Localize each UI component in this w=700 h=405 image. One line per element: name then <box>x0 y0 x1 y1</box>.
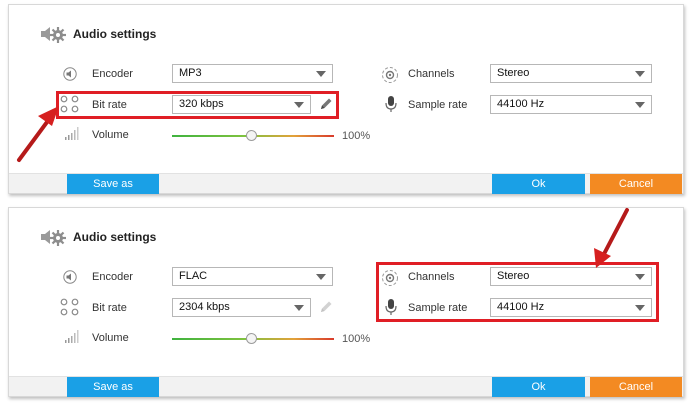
panel-footer: Save as Ok Cancel <box>9 173 683 194</box>
microphone-icon <box>385 96 397 112</box>
chevron-down-icon <box>635 71 645 77</box>
panel-footer: Save as Ok Cancel <box>9 376 683 397</box>
sample-rate-select[interactable]: 44100 Hz <box>490 95 652 114</box>
volume-label: Volume <box>92 129 129 141</box>
volume-percent: 100% <box>342 333 371 345</box>
highlight-box <box>56 91 339 119</box>
bitrate-value: 2304 kbps <box>179 301 230 313</box>
audio-settings-panel-2: Audio settings Encoder FLAC Bit rate 230… <box>8 207 684 397</box>
volume-bars-icon <box>65 330 79 343</box>
cancel-button[interactable]: Cancel <box>590 377 682 397</box>
chevron-down-icon <box>294 305 304 311</box>
panel-title: Audio settings <box>39 224 156 250</box>
volume-bars-icon <box>65 127 79 140</box>
encoder-value: FLAC <box>179 270 208 282</box>
speaker-icon <box>63 270 77 284</box>
channels-select[interactable]: Stereo <box>490 64 652 83</box>
page-title: Audio settings <box>73 27 157 41</box>
chevron-down-icon <box>316 71 326 77</box>
volume-slider-handle[interactable] <box>246 130 257 141</box>
chevron-down-icon <box>316 274 326 280</box>
encoder-select[interactable]: FLAC <box>172 267 333 286</box>
ok-button[interactable]: Ok <box>492 377 585 397</box>
bitrate-label: Bit rate <box>92 302 127 314</box>
sample-rate-value: 44100 Hz <box>497 98 545 110</box>
save-as-button[interactable]: Save as <box>67 377 159 397</box>
encoder-select[interactable]: MP3 <box>172 64 333 83</box>
volume-slider-handle[interactable] <box>246 333 257 344</box>
speaker-gear-icon <box>41 27 66 43</box>
encoder-label: Encoder <box>92 68 133 80</box>
channels-target-icon <box>382 67 398 83</box>
bitrate-dots-icon <box>60 298 79 316</box>
cancel-button[interactable]: Cancel <box>590 174 682 194</box>
channels-label: Channels <box>408 68 455 80</box>
volume-percent: 100% <box>342 130 371 142</box>
pencil-edit-icon-disabled <box>321 301 332 312</box>
page-title: Audio settings <box>73 230 157 244</box>
speaker-icon <box>63 67 77 81</box>
speaker-gear-icon <box>41 230 66 246</box>
ok-button[interactable]: Ok <box>492 174 585 194</box>
audio-settings-panel-1: Audio settings Encoder MP3 Bit rate 320 … <box>8 4 684 194</box>
channels-value: Stereo <box>497 67 530 79</box>
encoder-value: MP3 <box>179 67 202 79</box>
chevron-down-icon <box>635 102 645 108</box>
sample-rate-label: Sample rate <box>408 99 468 111</box>
bitrate-select[interactable]: 2304 kbps <box>172 298 311 317</box>
save-as-button[interactable]: Save as <box>67 174 159 194</box>
volume-label: Volume <box>92 332 129 344</box>
highlight-box <box>376 262 659 322</box>
panel-title: Audio settings <box>39 21 156 47</box>
encoder-label: Encoder <box>92 271 133 283</box>
